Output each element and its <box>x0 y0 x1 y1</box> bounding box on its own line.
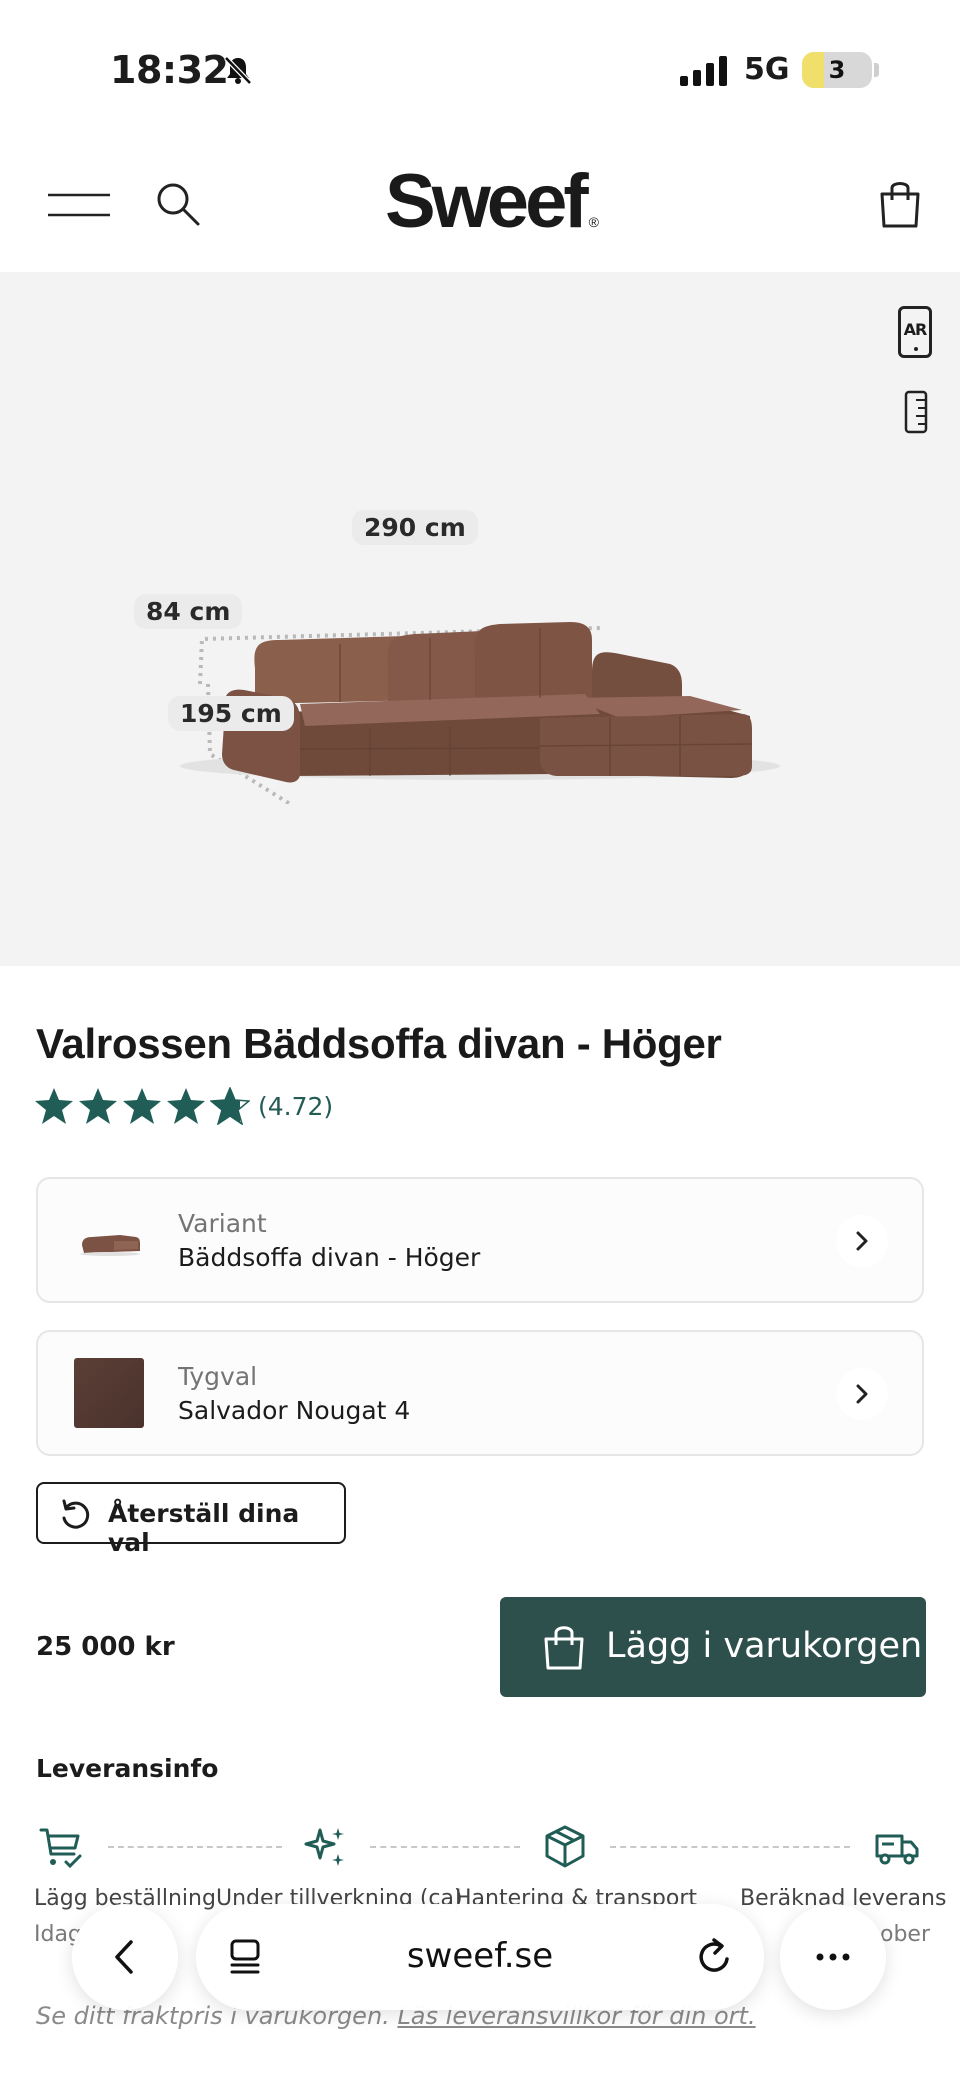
more-options-button[interactable] <box>780 1904 886 2010</box>
logo-text: Sweef <box>385 159 589 244</box>
cart-check-icon <box>39 1828 82 1869</box>
dimension-width: 290 cm <box>352 510 478 545</box>
add-to-cart-button[interactable]: Lägg i varukorgen <box>500 1597 926 1697</box>
ruler-icon[interactable] <box>904 390 928 434</box>
dimension-height: 84 cm <box>134 594 243 629</box>
more-dots-icon <box>816 1953 850 1961</box>
variant-label: Variant <box>178 1209 267 1238</box>
product-image-area[interactable]: AR 290 cm 84 cm 195 cm <box>0 272 960 966</box>
dimension-depth: 195 cm <box>168 696 294 731</box>
ar-view-icon[interactable]: AR <box>898 306 932 358</box>
status-time: 18:32 <box>110 48 229 92</box>
fabric-swatch <box>74 1358 144 1428</box>
network-type: 5G <box>744 52 790 87</box>
product-title: Valrossen Bäddsoffa divan - Höger <box>36 1020 722 1067</box>
search-icon[interactable] <box>154 180 202 228</box>
fabric-value: Salvador Nougat 4 <box>178 1396 411 1425</box>
product-rating[interactable]: (4.72) <box>34 1087 334 1125</box>
bell-off-icon <box>224 56 252 85</box>
battery-nub <box>874 63 879 77</box>
logo-mark: ® <box>588 214 599 230</box>
star-icon <box>35 1088 73 1124</box>
step-connector <box>108 1846 282 1848</box>
shopping-bag-icon[interactable] <box>878 178 922 230</box>
reset-selections-button[interactable]: Återställ dina val <box>36 1482 346 1557</box>
star-icon <box>167 1088 205 1124</box>
fabric-label: Tygval <box>178 1362 258 1391</box>
delivery-title: Leveransinfo <box>36 1754 219 1783</box>
menu-icon[interactable] <box>48 190 110 220</box>
url-text[interactable]: sweef.se <box>196 1936 764 1976</box>
step-sub: ober <box>880 1922 931 1947</box>
site-header: Sweef ® <box>0 140 960 272</box>
variant-value: Bäddsoffa divan - Höger <box>178 1243 481 1272</box>
reset-icon <box>62 1499 90 1529</box>
status-bar: 18:32 5G 3 <box>0 0 960 140</box>
ar-label: AR <box>903 320 928 339</box>
battery-level: 3 <box>828 56 846 84</box>
address-bar[interactable]: sweef.se <box>196 1904 764 2010</box>
battery-icon: 3 <box>802 52 872 88</box>
star-icon <box>123 1088 161 1124</box>
reload-icon[interactable] <box>694 1936 736 1978</box>
star-partial-icon <box>210 1087 250 1125</box>
sparkles-icon <box>304 1828 344 1866</box>
fabric-selector[interactable]: Tygval Salvador Nougat 4 <box>36 1330 924 1456</box>
product-price: 25 000 kr <box>36 1632 175 1662</box>
add-to-cart-label: Lägg i varukorgen <box>606 1626 923 1666</box>
variant-selector[interactable]: Variant Bäddsoffa divan - Höger <box>36 1177 924 1303</box>
box-icon <box>545 1825 585 1868</box>
truck-icon <box>875 1834 919 1865</box>
star-icon <box>79 1088 117 1124</box>
sofa-image <box>180 622 780 804</box>
step-connector <box>370 1846 520 1848</box>
variant-thumbnail <box>80 1235 140 1256</box>
rating-value: (4.72) <box>258 1091 334 1121</box>
shopping-bag-icon <box>544 1626 584 1670</box>
chevron-right-icon <box>836 1368 888 1420</box>
chevron-left-icon <box>115 1940 133 1974</box>
back-button[interactable] <box>72 1904 178 2010</box>
reset-label: Återställ dina val <box>108 1499 300 1557</box>
step-connector <box>610 1846 850 1848</box>
signal-icon <box>680 56 727 86</box>
sweef-logo[interactable]: Sweef ® <box>380 158 600 245</box>
chevron-right-icon <box>836 1215 888 1267</box>
